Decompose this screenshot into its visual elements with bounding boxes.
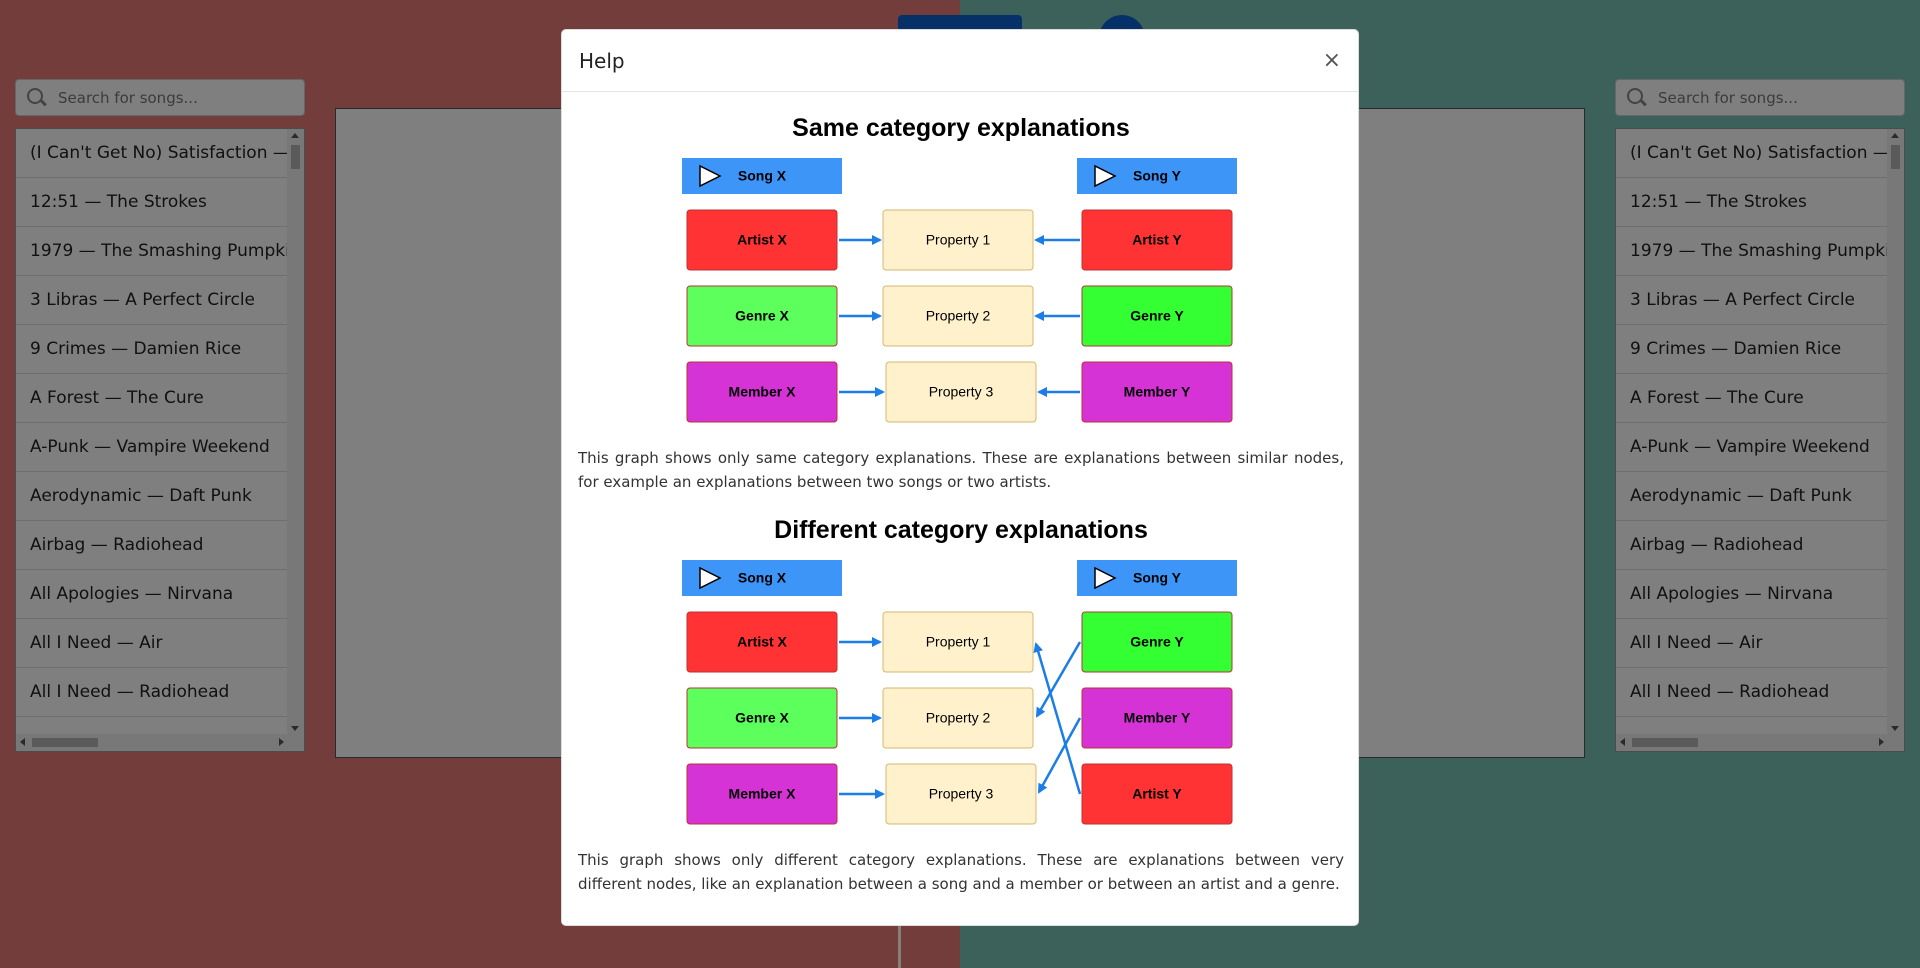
property-node-label: Property 3: [929, 786, 994, 802]
right-node-label: Artist Y: [1132, 232, 1182, 248]
song-y-node-label: Song Y: [1133, 168, 1182, 184]
modal-header: Help ×: [562, 30, 1358, 92]
song-y-node-label: Song Y: [1133, 570, 1182, 586]
connection-arrow: [1033, 642, 1082, 795]
different-category-title: Different category explanations: [774, 516, 1148, 544]
modal-title: Help: [579, 48, 625, 73]
same-category-title: Same category explanations: [792, 114, 1130, 142]
song-x-node-label: Song X: [738, 570, 787, 586]
property-node-label: Property 2: [926, 308, 991, 324]
property-node-label: Property 3: [929, 384, 994, 400]
property-node-label: Property 1: [926, 232, 991, 248]
close-icon[interactable]: ×: [1323, 49, 1341, 72]
left-node-label: Member X: [729, 384, 797, 400]
left-node-label: Genre X: [735, 308, 789, 324]
left-node-label: Artist X: [737, 232, 787, 248]
left-node-label: Genre X: [735, 710, 789, 726]
right-node-label: Genre Y: [1130, 634, 1184, 650]
right-node-label: Artist Y: [1132, 786, 1182, 802]
connection-arrow: [1035, 641, 1082, 718]
connection-arrow: [1037, 717, 1082, 794]
left-node-label: Artist X: [737, 634, 787, 650]
different-category-description: This graph shows only different category…: [578, 851, 1344, 893]
help-modal: Help × Same category explanations Song X…: [561, 29, 1359, 926]
same-category-description: This graph shows only same category expl…: [578, 449, 1344, 491]
different-category-diagram: Song X Song Y Artist X Property 1 Genre Y Gen…: [562, 556, 1360, 826]
property-node-label: Property 1: [926, 634, 991, 650]
right-node-label: Member Y: [1124, 710, 1191, 726]
property-node-label: Property 2: [926, 710, 991, 726]
song-x-node-label: Song X: [738, 168, 787, 184]
same-category-diagram: Song X Song Y Artist X Property 1 Artist Y Ge…: [562, 154, 1360, 424]
right-node-label: Genre Y: [1130, 308, 1184, 324]
left-node-label: Member X: [729, 786, 797, 802]
right-node-label: Member Y: [1124, 384, 1191, 400]
